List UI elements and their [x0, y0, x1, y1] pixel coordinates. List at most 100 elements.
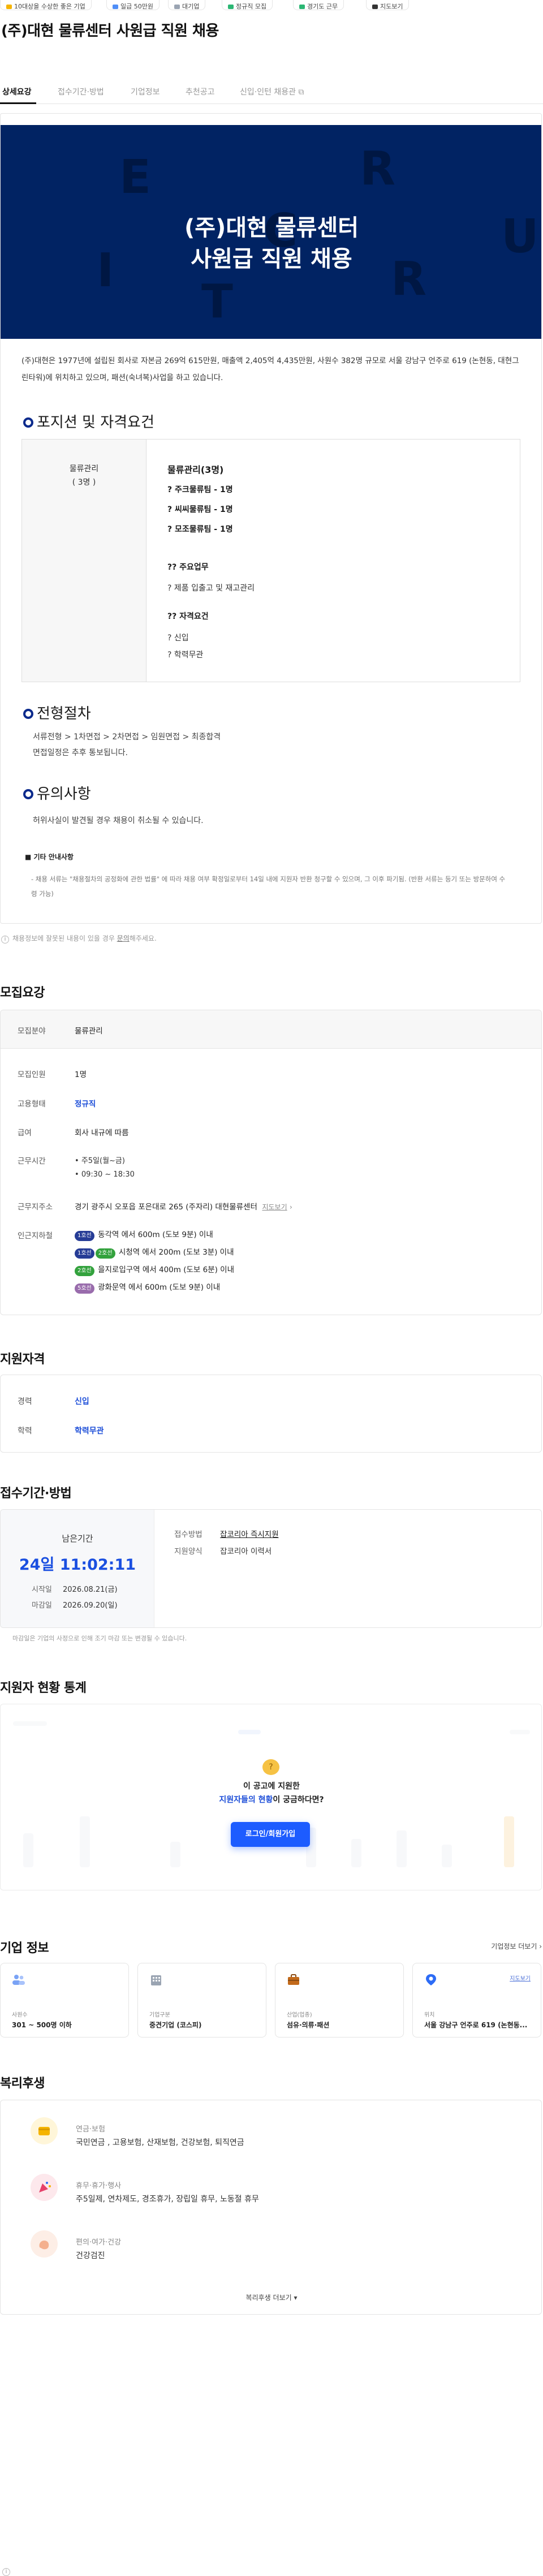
row-value: 1명 — [75, 1070, 87, 1079]
recruit-card: 모집분야 물류관리 모집인원 1명 고용형태 정규직 급여 회사 내규에 따름 … — [0, 1010, 542, 1315]
welfare-item: 국민연금 , 고용보험, 산재보험, 건강보험, 퇴직연금 — [76, 2138, 244, 2147]
building-icon — [174, 5, 180, 9]
welfare-item: 건강검진 — [76, 2251, 105, 2260]
map-link[interactable]: 지도보기 — [510, 1974, 531, 1982]
section-heading-period: 접수기간·방법 — [0, 1487, 72, 1501]
employment-type: 정규직 — [75, 1100, 96, 1109]
tab-detail[interactable]: 상세요강 — [2, 86, 32, 97]
row-label: 경력 — [18, 1397, 32, 1406]
position-title: 물류관리(3명) — [167, 464, 224, 475]
briefcase-icon — [288, 1974, 299, 1985]
bullet-circle-icon — [23, 709, 33, 719]
section-heading-welfare: 복리후생 — [0, 2077, 45, 2091]
building-icon — [151, 1975, 161, 1985]
req-title: ?? 자격요건 — [167, 612, 209, 621]
pin-icon — [299, 5, 305, 9]
company-card-location: 지도보기 위치 서울 강남구 언주로 619 (논현동... — [412, 1963, 541, 2037]
health-icon — [31, 2230, 58, 2258]
row-label: 고용형태 — [18, 1100, 46, 1109]
report-notice: i 채용정보에 잘못된 내용이 있을 경우 문의해주세요. — [1, 933, 157, 944]
row-value: 회사 내규에 따름 — [75, 1128, 129, 1138]
duty-item: ? 제품 입출고 및 재고관리 — [167, 584, 255, 593]
company-intro: (주)대현은 1977년에 설립된 회사로 자본금 269억 615만원, 매출… — [21, 356, 519, 382]
team-item: ? 모조물류팀 - 1명 — [167, 525, 233, 534]
tab-recommend[interactable]: 추천공고 — [186, 86, 215, 97]
active-tab-indicator — [0, 102, 36, 104]
row-label: 인근지하철 — [18, 1231, 53, 1240]
party-icon — [31, 2174, 58, 2201]
bullet-circle-icon — [23, 417, 33, 428]
report-link[interactable]: 문의 — [117, 934, 130, 942]
banner-letter: R — [360, 142, 396, 196]
info-icon: i — [1, 936, 9, 944]
work-days: • 주5일(월~금) — [75, 1157, 125, 1165]
wallet-icon — [31, 2117, 58, 2144]
job-banner: E R C U I T R (주)대현 물류센터 사원급 직원 채용 — [1, 125, 541, 339]
team-item: ? 씨씨물류팀 - 1명 — [167, 505, 233, 514]
subway-item: 1호선 2호선 시청역 에서 200m (도보 3분) 이내 — [75, 1246, 234, 1259]
section-heading-company: 기업 정보 — [0, 1941, 49, 1955]
remaining-time-panel: 남은기간 24일 11:02:11 시작일 2026.08.21(금) 마감일 … — [1, 1510, 154, 1627]
detail-card: E R C U I T R (주)대현 물류센터 사원급 직원 채용 (주)대현… — [0, 113, 542, 924]
duty-title: ?? 주요업무 — [167, 563, 209, 572]
login-button[interactable]: 로그인/회원가입 — [231, 1822, 310, 1847]
req-item: ? 신입 — [167, 634, 189, 643]
map-icon — [372, 5, 378, 9]
position-table: 물류관리 ( 3명 ) 물류관리(3명) ? 주크물류팀 - 1명 ? 씨씨물류… — [21, 439, 520, 682]
welfare-item: 주5일제, 연차제도, 경조휴가, 장립일 휴무, 노동절 휴무 — [76, 2195, 259, 2204]
education-value: 학력무관 — [75, 1427, 104, 1436]
section-heading-position: 포지션 및 자격요건 — [23, 411, 154, 432]
career-value: 신입 — [75, 1397, 89, 1406]
company-card-type: 기업구분 중견기업 (코스피) — [137, 1963, 266, 2037]
banner-letter: E — [119, 150, 152, 204]
row-label: 학력 — [18, 1427, 32, 1436]
other-notice-title: ■ 기타 안내사항 — [25, 853, 74, 861]
recruit-header-row: 모집분야 물류관리 — [1, 1010, 541, 1049]
tag-chips: 10대상을 수상한 좋은 기업 일급 50만원 대기업 정규직 모집 경기도 근… — [0, 0, 543, 14]
tag-chip[interactable]: 10대상을 수상한 좋은 기업 — [0, 0, 92, 10]
process-list: 서류전형 > 1차면접 > 2차면접 > 임원면접 > 최종합격 면접일정은 추… — [33, 733, 221, 757]
tab-period[interactable]: 접수기간·방법 — [58, 86, 104, 97]
company-more-link[interactable]: 기업정보 더보기 › — [491, 1941, 542, 1951]
section-heading-qualification: 지원자격 — [0, 1352, 45, 1367]
company-card-employees: 사원수 301 ~ 500명 이하 — [0, 1963, 129, 2037]
line-badge: 1호선 — [75, 1248, 94, 1259]
check-icon — [228, 5, 234, 9]
section-heading-process: 전형절차 — [23, 702, 91, 723]
info-icon: i — [2, 2568, 10, 2576]
tab-company[interactable]: 기업정보 — [131, 86, 160, 97]
row-label: 근무시간 — [18, 1157, 46, 1166]
tag-chip[interactable]: 대기업 — [168, 0, 206, 10]
line-badge: 2호선 — [95, 1248, 115, 1259]
apply-form: 잡코리아 이력서 — [220, 1547, 272, 1556]
company-card-industry: 산업(업종) 섬유·의류·패션 — [275, 1963, 404, 2037]
tab-newcomer[interactable]: 신입·인턴 채용관 ⧉ — [240, 86, 304, 97]
location-icon — [426, 1974, 436, 1985]
people-icon — [12, 1975, 25, 1985]
tag-chip[interactable]: 경기도 근무 — [293, 0, 344, 10]
tag-chip[interactable]: 일급 50만원 — [106, 0, 160, 10]
bullet-circle-icon — [23, 789, 33, 799]
welfare-more-button[interactable]: 복리후생 더보기 ▾ — [1, 2293, 542, 2302]
tag-chip[interactable]: 정규직 모집 — [222, 0, 273, 10]
tab-bar: 상세요강 접수기간·방법 기업정보 추천공고 신입·인턴 채용관 ⧉ — [0, 79, 543, 104]
chevron-right-icon: › — [289, 1203, 292, 1211]
start-date: 2026.08.21(금) — [63, 1586, 118, 1594]
team-item: ? 주크물류팀 - 1명 — [167, 485, 233, 494]
work-address: 경기 광주시 오포읍 포은대로 265 (주자리) 대현물류센터 지도보기 › — [75, 1203, 292, 1212]
section-heading-notice: 유의사항 — [23, 782, 91, 803]
deadline-notice: i 마감일은 기업의 사정으로 인해 조기 마감 또는 변경될 수 있습니다. — [1, 1634, 187, 2576]
apply-method-link[interactable]: 잡코리아 즉시지원 — [220, 1528, 279, 1539]
position-name-cell: 물류관리 ( 3명 ) — [22, 440, 146, 682]
banner-title: (주)대현 물류센터 사원급 직원 채용 — [184, 215, 359, 272]
map-link[interactable]: 지도보기 — [262, 1203, 287, 1211]
subway-item: 1호선 동각역 에서 600m (도보 9분) 이내 — [75, 1228, 213, 1241]
qualification-card: 경력 신입 학력 학력무관 — [0, 1375, 542, 1453]
thinking-face-icon: ? — [262, 1759, 279, 1775]
banner-letter: T — [201, 275, 233, 329]
countdown: 24일 11:02:11 — [19, 1556, 136, 1574]
line-badge: 5호선 — [75, 1283, 94, 1294]
work-hours: • 09:30 ~ 18:30 — [75, 1170, 135, 1179]
tag-chip[interactable]: 지도보기 — [366, 0, 410, 10]
job-posting-page: 10대상을 수상한 좋은 기업 일급 50만원 대기업 정규직 모집 경기도 근… — [0, 0, 543, 2576]
